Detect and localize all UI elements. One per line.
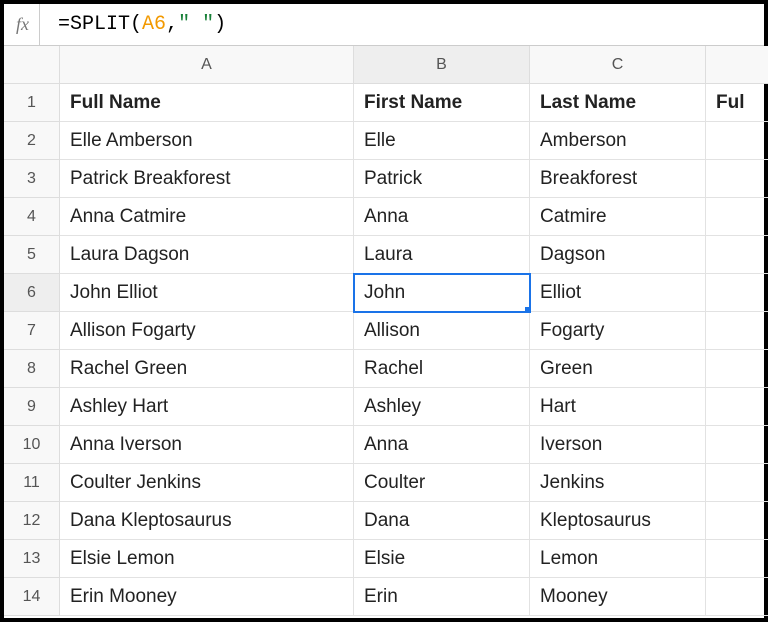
cell-A2[interactable]: Elle Amberson xyxy=(60,122,354,160)
cell-C6[interactable]: Elliot xyxy=(530,274,706,312)
cell-B8[interactable]: Rachel xyxy=(354,350,530,388)
formula-input[interactable]: =SPLIT(A6," ") xyxy=(40,4,756,45)
col-header-A[interactable]: A xyxy=(60,46,354,84)
row-header-4[interactable]: 4 xyxy=(4,198,60,236)
cell-B3[interactable]: Patrick xyxy=(354,160,530,198)
row-header-10[interactable]: 10 xyxy=(4,426,60,464)
row-header-8[interactable]: 8 xyxy=(4,350,60,388)
cell-C4[interactable]: Catmire xyxy=(530,198,706,236)
cell-B7[interactable]: Allison xyxy=(354,312,530,350)
row-header-12[interactable]: 12 xyxy=(4,502,60,540)
cell-C7[interactable]: Fogarty xyxy=(530,312,706,350)
cell-C8[interactable]: Green xyxy=(530,350,706,388)
formula-eq: = xyxy=(58,13,70,36)
cell-A9[interactable]: Ashley Hart xyxy=(60,388,354,426)
cell-A11[interactable]: Coulter Jenkins xyxy=(60,464,354,502)
cell-B11[interactable]: Coulter xyxy=(354,464,530,502)
cell-C11[interactable]: Jenkins xyxy=(530,464,706,502)
cell-D9[interactable] xyxy=(706,388,768,426)
cell-D1[interactable]: Ful xyxy=(706,84,768,122)
cell-A8[interactable]: Rachel Green xyxy=(60,350,354,388)
cell-D4[interactable] xyxy=(706,198,768,236)
cell-D11[interactable] xyxy=(706,464,768,502)
col-header-C[interactable]: C xyxy=(530,46,706,84)
formula-bar[interactable]: fx =SPLIT(A6," ") xyxy=(4,4,764,46)
row-header-3[interactable]: 3 xyxy=(4,160,60,198)
cell-D10[interactable] xyxy=(706,426,768,464)
row-header-6[interactable]: 6 xyxy=(4,274,60,312)
formula-rparen: ) xyxy=(214,13,226,36)
select-all-corner[interactable] xyxy=(4,46,60,84)
cell-C3[interactable]: Breakforest xyxy=(530,160,706,198)
cell-C2[interactable]: Amberson xyxy=(530,122,706,160)
cell-D5[interactable] xyxy=(706,236,768,274)
cell-B13[interactable]: Elsie xyxy=(354,540,530,578)
formula-str: " " xyxy=(178,13,214,36)
cell-B9[interactable]: Ashley xyxy=(354,388,530,426)
col-header-B[interactable]: B xyxy=(354,46,530,84)
cell-A6[interactable]: John Elliot xyxy=(60,274,354,312)
formula-fn: SPLIT xyxy=(70,13,130,36)
cell-A13[interactable]: Elsie Lemon xyxy=(60,540,354,578)
cell-A12[interactable]: Dana Kleptosaurus xyxy=(60,502,354,540)
cell-B1[interactable]: First Name xyxy=(354,84,530,122)
cell-C12[interactable]: Kleptosaurus xyxy=(530,502,706,540)
row-header-2[interactable]: 2 xyxy=(4,122,60,160)
cell-D3[interactable] xyxy=(706,160,768,198)
cell-D7[interactable] xyxy=(706,312,768,350)
cell-A10[interactable]: Anna Iverson xyxy=(60,426,354,464)
formula-comma: , xyxy=(166,13,178,36)
cell-C10[interactable]: Iverson xyxy=(530,426,706,464)
fx-icon[interactable]: fx xyxy=(12,4,40,45)
cell-B14[interactable]: Erin xyxy=(354,578,530,616)
cell-D14[interactable] xyxy=(706,578,768,616)
row-header-5[interactable]: 5 xyxy=(4,236,60,274)
cell-B10[interactable]: Anna xyxy=(354,426,530,464)
cell-C14[interactable]: Mooney xyxy=(530,578,706,616)
row-header-13[interactable]: 13 xyxy=(4,540,60,578)
cell-A14[interactable]: Erin Mooney xyxy=(60,578,354,616)
row-header-9[interactable]: 9 xyxy=(4,388,60,426)
cell-B6[interactable]: John xyxy=(354,274,530,312)
cell-B12[interactable]: Dana xyxy=(354,502,530,540)
cell-A7[interactable]: Allison Fogarty xyxy=(60,312,354,350)
cell-D2[interactable] xyxy=(706,122,768,160)
cell-A4[interactable]: Anna Catmire xyxy=(60,198,354,236)
row-header-14[interactable]: 14 xyxy=(4,578,60,616)
cell-C1[interactable]: Last Name xyxy=(530,84,706,122)
cell-D13[interactable] xyxy=(706,540,768,578)
row-header-11[interactable]: 11 xyxy=(4,464,60,502)
cell-D8[interactable] xyxy=(706,350,768,388)
cell-C13[interactable]: Lemon xyxy=(530,540,706,578)
cell-B5[interactable]: Laura xyxy=(354,236,530,274)
row-header-7[interactable]: 7 xyxy=(4,312,60,350)
cell-D12[interactable] xyxy=(706,502,768,540)
cell-D6[interactable] xyxy=(706,274,768,312)
row-header-1[interactable]: 1 xyxy=(4,84,60,122)
cell-A5[interactable]: Laura Dagson xyxy=(60,236,354,274)
cell-A3[interactable]: Patrick Breakforest xyxy=(60,160,354,198)
cell-C5[interactable]: Dagson xyxy=(530,236,706,274)
cell-B2[interactable]: Elle xyxy=(354,122,530,160)
cell-A1[interactable]: Full Name xyxy=(60,84,354,122)
formula-ref: A6 xyxy=(142,13,166,36)
spreadsheet-grid[interactable]: A B C 1 Full Name First Name Last Name F… xyxy=(4,46,764,616)
col-header-D[interactable] xyxy=(706,46,768,84)
formula-lparen: ( xyxy=(130,13,142,36)
cell-C9[interactable]: Hart xyxy=(530,388,706,426)
cell-B4[interactable]: Anna xyxy=(354,198,530,236)
